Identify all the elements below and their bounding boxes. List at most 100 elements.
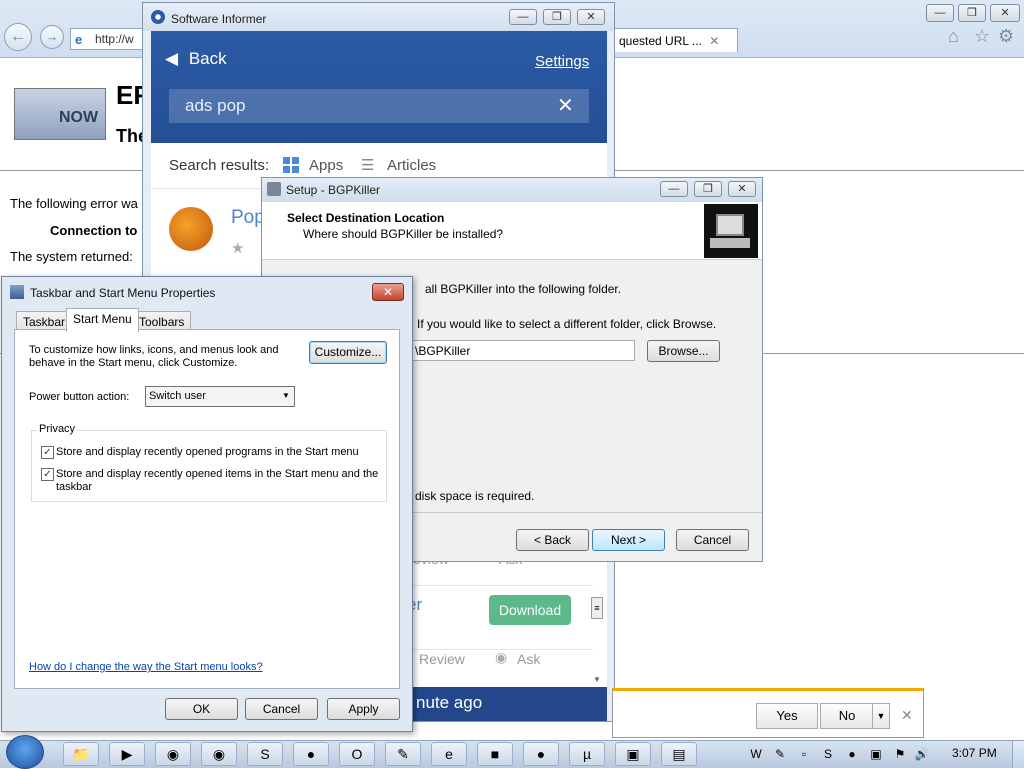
si-minimize-button[interactable]: — (509, 9, 537, 25)
internet-explorer-icon[interactable]: e (431, 742, 467, 766)
yes-button[interactable]: Yes (756, 703, 818, 729)
forward-arrow-icon[interactable]: → (40, 25, 64, 49)
dropdown-arrow-icon: ▼ (282, 391, 290, 400)
notes-tray-icon[interactable]: ▫ (796, 746, 812, 762)
tab-label: quested URL ... (619, 34, 702, 48)
scrollbar-thumb[interactable]: ≡ (591, 597, 603, 619)
error-connection: Connection to (50, 223, 138, 238)
volume-icon[interactable]: 🔊 (914, 746, 930, 762)
si-close-button[interactable]: ✕ (577, 9, 605, 25)
address-bar[interactable]: e http://w (70, 28, 150, 50)
setup-header: Select Destination Location Where should… (262, 202, 762, 260)
setup-task-icon[interactable]: ▣ (615, 742, 651, 766)
start-button[interactable] (6, 735, 44, 769)
si-settings-link[interactable]: Settings (535, 53, 589, 70)
tab-start-menu[interactable]: Start Menu (66, 308, 139, 332)
divider (403, 585, 593, 586)
si-restore-button[interactable]: ❐ (543, 9, 571, 25)
favorites-star-icon[interactable]: ☆ (974, 26, 990, 47)
word-tray-icon[interactable]: W (748, 746, 764, 762)
si-window-title: Software Informer (171, 12, 267, 26)
si-search-input[interactable]: ads pop ✕ (169, 89, 589, 123)
pen-tool-icon[interactable]: ✎ (385, 742, 421, 766)
browse-button[interactable]: Browse... (647, 340, 720, 362)
clock[interactable]: 3:07 PM (952, 746, 997, 760)
browser-restore-button[interactable]: ❐ (958, 4, 986, 22)
setup-header-title: Select Destination Location (287, 211, 445, 225)
chat-bubble-icon: ◉ (495, 649, 508, 665)
tab-articles[interactable]: Articles (387, 157, 436, 174)
opera-icon[interactable]: O (339, 742, 375, 766)
power-button-select[interactable]: Switch user ▼ (145, 386, 295, 407)
download-button[interactable]: Download (489, 595, 571, 625)
utorrent-icon[interactable]: µ (569, 742, 605, 766)
no-button[interactable]: No (820, 703, 874, 729)
setup-restore-button[interactable]: ❐ (694, 181, 722, 197)
search-results-label: Search results: (169, 157, 270, 174)
review-label-2[interactable]: Review (419, 651, 465, 667)
dialog-close-button[interactable]: ✕ (372, 283, 404, 301)
scroll-down-arrow-icon[interactable]: ▼ (593, 675, 601, 684)
result-title[interactable]: Pop (231, 207, 265, 229)
ask-label-2[interactable]: Ask (517, 651, 540, 667)
rating-star-icon: ★ (231, 240, 245, 257)
address-text: http://w (95, 32, 134, 46)
destination-path-input[interactable]: \BGPKiller (410, 340, 635, 361)
setup-app-icon (267, 182, 281, 196)
home-icon[interactable]: ⌂ (948, 26, 959, 47)
setup-cancel-button[interactable]: Cancel (676, 529, 749, 551)
minecraft-icon[interactable]: ■ (477, 742, 513, 766)
setup-close-button[interactable]: ✕ (728, 181, 756, 197)
back-triangle-icon: ◀ (165, 49, 179, 68)
privacy-label: Privacy (37, 423, 78, 435)
gear-icon[interactable]: ⚙ (998, 26, 1014, 47)
ie-icon: e (75, 32, 83, 47)
chrome-icon[interactable]: ◉ (155, 742, 191, 766)
tab-apps[interactable]: Apps (309, 157, 343, 174)
clear-search-icon[interactable]: ✕ (557, 93, 574, 118)
skype-icon[interactable]: S (247, 742, 283, 766)
recent-programs-checkbox[interactable]: ✓ (41, 446, 54, 459)
recent-programs-label: Store and display recently opened progra… (56, 446, 359, 458)
browser-close-button[interactable]: ✕ (990, 4, 1020, 22)
dialog-cancel-button[interactable]: Cancel (245, 698, 318, 720)
fruit-app-icon[interactable]: ● (523, 742, 559, 766)
si-back-button[interactable]: ◀ Back (165, 49, 227, 69)
apply-button[interactable]: Apply (327, 698, 400, 720)
tab-close-icon[interactable]: ✕ (709, 34, 719, 48)
recent-items-label: Store and display recently opened items … (56, 468, 379, 493)
taskbar-properties-task-icon[interactable]: ▤ (661, 742, 697, 766)
flag-tray-icon[interactable]: ⚑ (892, 746, 908, 762)
network-tray-icon[interactable]: ▣ (868, 746, 884, 762)
media-player-icon[interactable]: ▶ (109, 742, 145, 766)
tab-toolbars[interactable]: Toolbars (132, 311, 192, 331)
ok-button[interactable]: OK (165, 698, 238, 720)
articles-list-icon: ☰ (361, 157, 375, 174)
taskbar-properties-dialog: Taskbar and Start Menu Properties ✕ Task… (1, 276, 413, 732)
informer-tray-icon[interactable]: ● (844, 746, 860, 762)
setup-next-button[interactable]: Next > (592, 529, 665, 551)
firefox-icon[interactable]: ◉ (201, 742, 237, 766)
recent-items-checkbox[interactable]: ✓ (41, 468, 54, 481)
setup-minimize-button[interactable]: — (660, 181, 688, 197)
installer-computer-icon (704, 204, 758, 258)
squid-logo: NOW (14, 88, 106, 140)
start-menu-help-link[interactable]: How do I change the way the Start menu l… (29, 661, 263, 673)
setup-header-subtitle: Where should BGPKiller be installed? (303, 227, 504, 241)
browser-tab[interactable]: quested URL ... ✕ (612, 28, 738, 52)
install-folder-text: all BGPKiller into the following folder. (425, 282, 622, 296)
browser-minimize-button[interactable]: — (926, 4, 954, 22)
back-arrow-icon[interactable]: ← (4, 23, 32, 51)
no-dropdown-arrow-icon[interactable]: ▼ (872, 703, 890, 729)
explorer-folder-icon[interactable]: 📁 (63, 742, 99, 766)
pen-tray-icon[interactable]: ✎ (772, 746, 788, 762)
setup-back-button[interactable]: < Back (516, 529, 589, 551)
skype-tray-icon[interactable]: S (820, 746, 836, 762)
customize-button[interactable]: Customize... (309, 341, 387, 364)
close-notification-icon[interactable]: ✕ (901, 707, 913, 724)
power-button-label: Power button action: (29, 391, 130, 403)
dialog-titlebar: Taskbar and Start Menu Properties (2, 277, 412, 307)
software-informer-task-icon[interactable]: ● (293, 742, 329, 766)
tab-taskbar[interactable]: Taskbar (16, 311, 73, 331)
show-desktop-button[interactable] (1012, 741, 1024, 768)
